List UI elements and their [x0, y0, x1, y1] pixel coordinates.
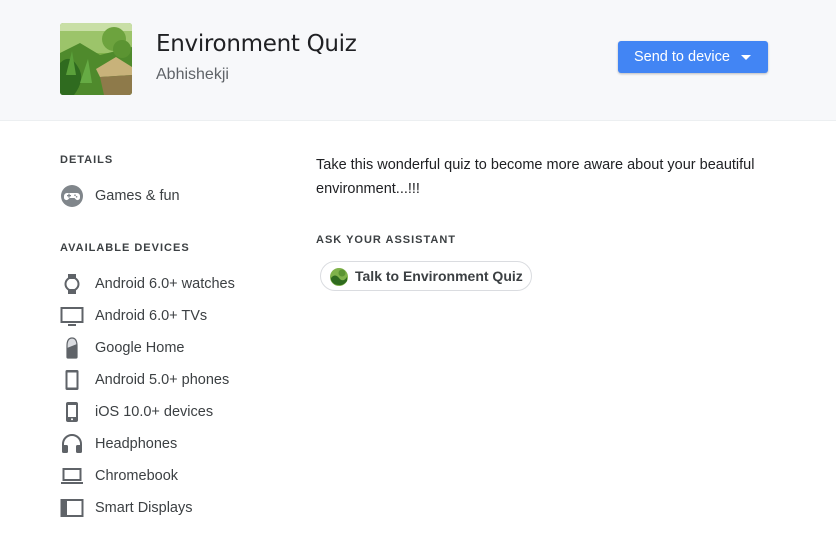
device-label: Headphones: [95, 436, 178, 452]
send-to-device-label: Send to device: [634, 49, 730, 65]
app-header: Environment Quiz Abhishekji Send to devi…: [0, 0, 836, 121]
app-logo: [60, 23, 132, 95]
category-label: Games & fun: [95, 188, 180, 204]
app-title: Environment Quiz: [156, 31, 357, 57]
available-devices-heading: AVAILABLE DEVICES: [60, 242, 190, 254]
details-heading: DETAILS: [60, 154, 114, 166]
app-author[interactable]: Abhishekji: [156, 66, 229, 84]
google-home-icon: [60, 336, 84, 360]
device-label: Android 5.0+ phones: [95, 372, 230, 388]
device-label: Android 6.0+ watches: [95, 276, 235, 292]
send-to-device-button[interactable]: Send to device: [618, 41, 768, 73]
headphones-icon: [60, 432, 84, 456]
device-item: iOS 10.0+ devices: [60, 399, 213, 425]
app-description: Take this wonderful quiz to become more …: [316, 157, 755, 197]
device-label: Chromebook: [95, 468, 179, 484]
android-phone-icon: [60, 368, 84, 392]
device-label: Google Home: [95, 340, 185, 356]
device-item: Smart Displays: [60, 495, 193, 521]
iphone-icon: [60, 400, 84, 424]
ask-assistant-heading: ASK YOUR ASSISTANT: [316, 234, 457, 246]
device-item: Google Home: [60, 335, 184, 361]
device-label: Smart Displays: [95, 500, 193, 516]
device-item: Chromebook: [60, 463, 178, 489]
caret-down-icon: [740, 55, 751, 60]
category-row[interactable]: Games & fun: [60, 183, 180, 209]
tv-icon: [60, 304, 84, 328]
device-label: iOS 10.0+ devices: [95, 404, 214, 420]
device-item: Android 6.0+ TVs: [60, 303, 207, 329]
device-item: Android 6.0+ watches: [60, 271, 235, 297]
laptop-icon: [60, 464, 84, 488]
talk-to-app-label: Talk to Environment Quiz: [355, 268, 523, 284]
device-label: Android 6.0+ TVs: [95, 308, 208, 324]
device-item: Headphones: [60, 431, 177, 457]
device-item: Android 5.0+ phones: [60, 367, 229, 393]
smart-display-icon: [60, 496, 84, 520]
app-logo-icon: [329, 267, 349, 287]
gamepad-icon: [60, 184, 84, 208]
talk-to-app-chip[interactable]: Talk to Environment Quiz: [320, 261, 532, 291]
watch-icon: [60, 272, 84, 296]
